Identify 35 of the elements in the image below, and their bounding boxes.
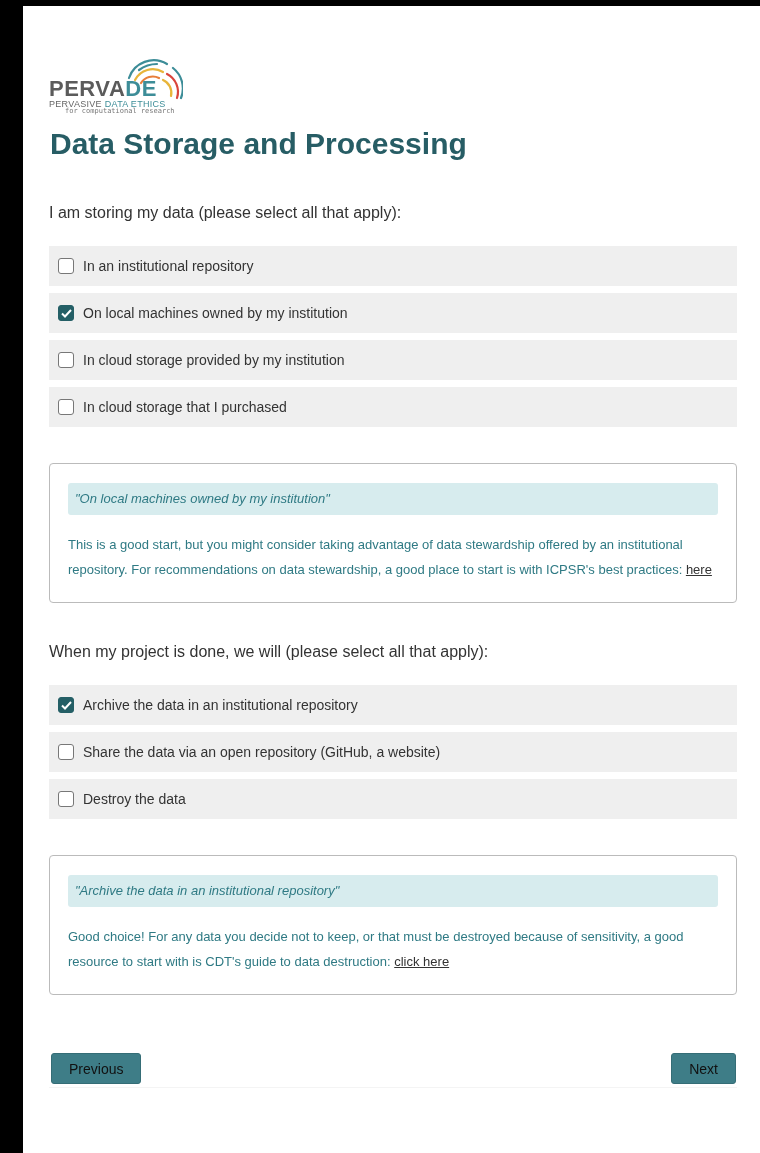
feedback-text: This is a good start, but you might consider taking advantage of data stewardship offered by an institutional repository. For recommendations on data stewardship, a good place to start is with ICPSR's best practices: here	[68, 536, 713, 579]
option-row[interactable]: Destroy the data	[49, 779, 737, 819]
resource-link[interactable]: click here	[394, 953, 450, 969]
feedback-text: Good choice! For any data you decide not to keep, or that must be destroyed because of sensitivity, a good resource to start with is CDT's guide to data destruction: click here	[68, 928, 685, 971]
checkbox[interactable]	[58, 744, 74, 760]
checkbox[interactable]	[58, 352, 74, 368]
checkbox[interactable]	[58, 258, 74, 274]
option-label: Share the data via an open repository (GitHub, a website)	[83, 744, 441, 760]
option-label: In an institutional repository	[83, 258, 254, 274]
logo-wordmark: PERVADE	[49, 78, 157, 100]
question-text: I am storing my data (please select all that apply):	[49, 204, 403, 222]
option-row[interactable]: In cloud storage that I purchased	[49, 387, 737, 427]
next-button[interactable]: Next	[671, 1053, 736, 1084]
selected-answer-quote: "Archive the data in an institutional repository"	[68, 875, 718, 907]
option-label: In cloud storage provided by my institution	[83, 352, 345, 368]
option-row[interactable]: Share the data via an open repository (GitHub, a website)	[49, 732, 737, 772]
resource-link[interactable]: here	[685, 561, 712, 577]
checkmark-icon	[60, 700, 72, 710]
page-title: Data Storage and Processing	[50, 126, 468, 162]
option-row[interactable]: In cloud storage provided by my institution	[49, 340, 737, 380]
checkbox[interactable]	[58, 697, 74, 713]
option-row[interactable]: In an institutional repository	[49, 246, 737, 286]
option-label: On local machines owned by my institution	[83, 305, 348, 321]
previous-button[interactable]: Previous	[51, 1053, 142, 1084]
checkmark-icon	[60, 308, 72, 318]
option-label: Destroy the data	[83, 791, 186, 807]
question-text: When my project is done, we will (please select all that apply):	[49, 643, 490, 661]
checkbox[interactable]	[58, 305, 74, 321]
option-row[interactable]: Archive the data in an institutional repository	[49, 685, 737, 725]
checkbox[interactable]	[58, 399, 74, 415]
selected-answer-quote: "On local machines owned by my institution"	[68, 483, 718, 515]
option-label: In cloud storage that I purchased	[83, 399, 287, 415]
option-row[interactable]: On local machines owned by my institution	[49, 293, 737, 333]
option-label: Archive the data in an institutional repository	[83, 697, 358, 713]
checkbox[interactable]	[58, 791, 74, 807]
